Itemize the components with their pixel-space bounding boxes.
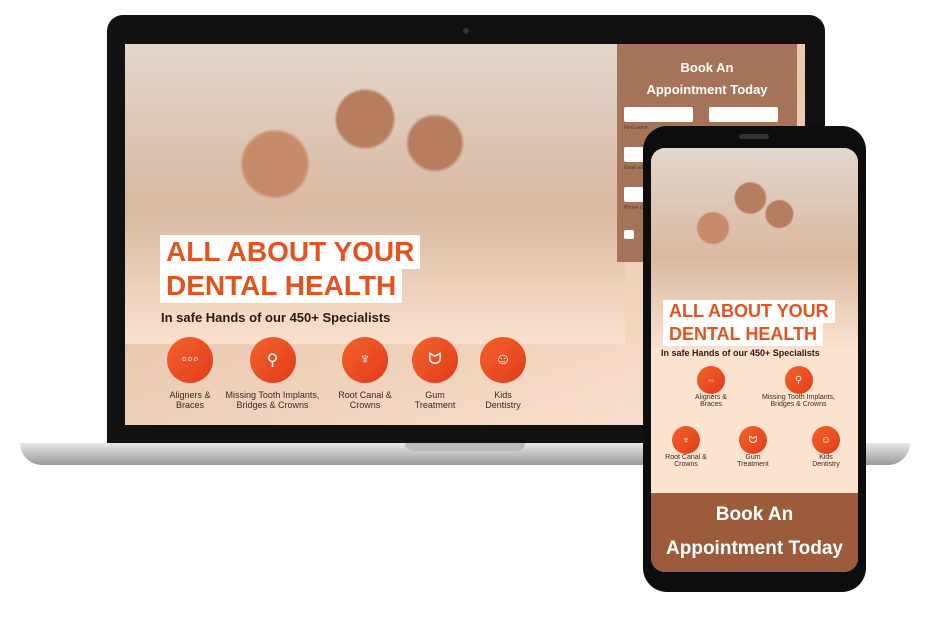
gum-icon: ᗢ [739, 426, 767, 454]
service-implants[interactable]: ⚲ Missing Tooth Implants, Bridges & Crowns [751, 366, 846, 408]
service-aligners[interactable]: ◦◦◦ Aligners & Braces [155, 337, 225, 410]
headline-line2: DENTAL HEALTH [160, 269, 403, 303]
service-label: Kids [494, 390, 512, 400]
kids-tooth-icon: ☺ [480, 337, 526, 383]
service-label: Gum [745, 454, 761, 461]
consent-checkbox[interactable] [624, 230, 634, 239]
service-label: Crowns [674, 461, 698, 468]
service-label: Aligners & [695, 394, 727, 401]
root-canal-icon: ♆ [672, 426, 700, 454]
service-label: Missing Tooth Implants, [225, 390, 320, 400]
webcam [463, 28, 469, 34]
service-label: Braces [700, 401, 722, 408]
service-label: Missing Tooth Implants, [761, 394, 835, 401]
service-label: Crowns [349, 400, 381, 410]
phone-speaker [739, 134, 769, 139]
service-root-canal[interactable]: ♆ Root Canal & Crowns [330, 337, 400, 410]
phone-mockup: ALL ABOUT YOUR DENTAL HEALTH In safe Han… [643, 126, 866, 592]
laptop-notch [405, 443, 525, 451]
service-implants[interactable]: ⚲ Missing Tooth Implants, Bridges & Crowns [220, 337, 325, 410]
service-gum[interactable]: ᗢ Gum Treatment [400, 337, 470, 410]
braces-icon: ◦◦ [697, 366, 725, 394]
phone-label: Phone n [624, 205, 643, 211]
form-title: Appointment Today [646, 82, 768, 97]
cta-line2: Appointment Today [666, 538, 843, 559]
headline-line1: ALL ABOUT YOUR [160, 235, 421, 269]
email-label: Email ad [624, 165, 644, 171]
service-label: Dentistry [485, 400, 521, 410]
service-label: Treatment [414, 400, 456, 410]
service-root-canal[interactable]: ♆ Root Canal & Crowns [656, 426, 716, 468]
service-label: Treatment [737, 461, 769, 468]
implant-icon: ⚲ [249, 337, 296, 383]
service-gum[interactable]: ᗢ Gum Treatment [723, 426, 783, 468]
service-label: Dentistry [812, 461, 840, 468]
service-label: Aligners & [169, 390, 211, 400]
first-name-label: First name [624, 125, 648, 131]
service-label: Gum [425, 390, 445, 400]
service-label: Braces [175, 400, 204, 410]
service-label: Kids [819, 454, 833, 461]
gum-icon: ᗢ [412, 337, 458, 383]
subheadline: In safe Hands of our 450+ Specialists [161, 310, 391, 325]
kids-tooth-icon: ☺ [812, 426, 840, 454]
headline-line1: ALL ABOUT YOUR [663, 300, 835, 323]
root-canal-icon: ♆ [342, 337, 388, 383]
service-label: Root Canal & [665, 454, 707, 461]
form-title: Book An [680, 60, 734, 75]
service-label: Bridges & Crowns [770, 401, 827, 408]
service-aligners[interactable]: ◦◦ Aligners & Braces [681, 366, 741, 408]
headline-line2: DENTAL HEALTH [663, 323, 823, 346]
first-name-input[interactable] [624, 107, 693, 122]
headline: ALL ABOUT YOUR DENTAL HEALTH [160, 235, 421, 303]
service-label: Root Canal & [338, 390, 392, 400]
phone-screen: ALL ABOUT YOUR DENTAL HEALTH In safe Han… [651, 148, 858, 572]
service-kids[interactable]: ☺ Kids Dentistry [468, 337, 538, 410]
braces-icon: ◦◦◦ [167, 337, 213, 383]
headline: ALL ABOUT YOUR DENTAL HEALTH [663, 300, 835, 346]
cta-line1: Book An [715, 504, 794, 525]
last-name-input[interactable] [709, 107, 778, 122]
book-appointment-button[interactable]: Book An Appointment Today [651, 493, 858, 572]
service-label: Bridges & Crowns [236, 400, 309, 410]
subheadline: In safe Hands of our 450+ Specialists [661, 348, 820, 358]
service-kids[interactable]: ☺ Kids Dentistry [796, 426, 856, 468]
implant-icon: ⚲ [784, 366, 813, 394]
